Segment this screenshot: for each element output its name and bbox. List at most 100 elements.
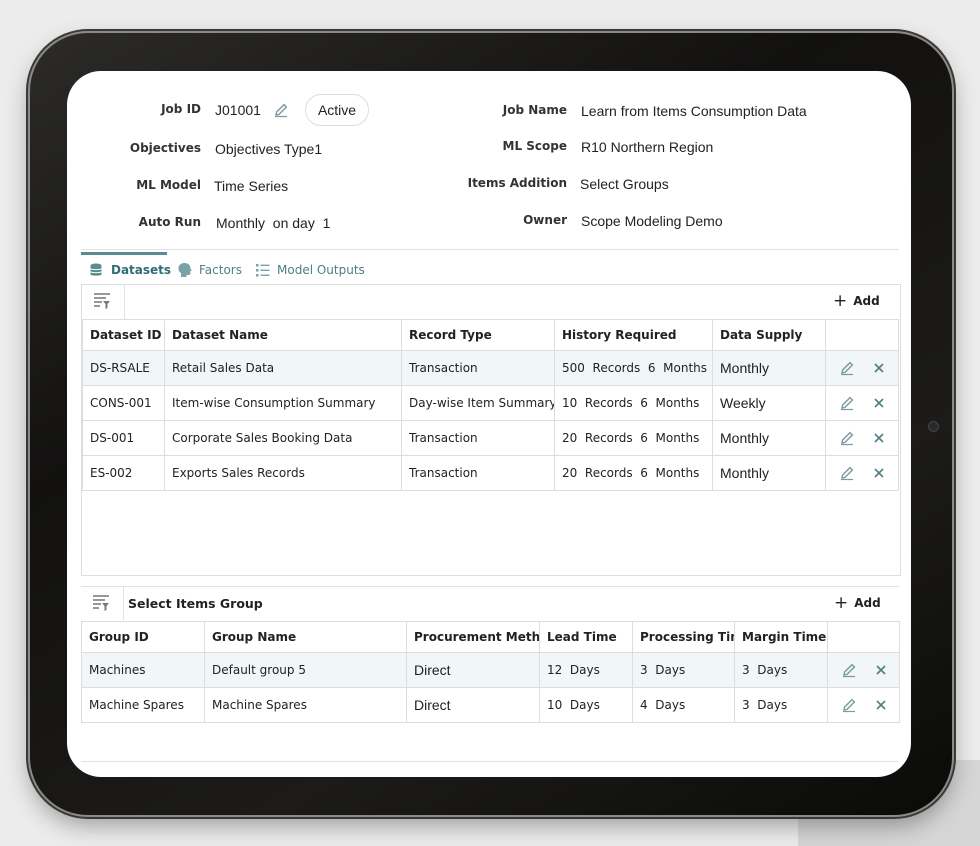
toolbar-divider-2 <box>123 586 124 620</box>
ml-model-label: ML Model <box>136 178 201 192</box>
table-cell: Default group 5 <box>204 652 407 688</box>
table-cell: 3 Days <box>632 652 735 688</box>
table-cell: DS-RSALE <box>82 350 165 386</box>
table-cell: Monthly <box>712 455 826 491</box>
table-cell: 10 Days <box>539 687 633 723</box>
table-cell: Weekly <box>712 385 826 421</box>
column-header[interactable]: Group ID <box>81 621 205 653</box>
plus-icon: + <box>833 291 848 311</box>
tab-model-outputs[interactable]: Model Outputs <box>255 255 365 285</box>
edit-icon[interactable] <box>839 430 855 446</box>
plus-icon: + <box>834 593 849 613</box>
objectives-value: Objectives Type1 <box>215 141 323 157</box>
table-cell: Transaction <box>401 420 555 456</box>
tab-model-outputs-label: Model Outputs <box>277 263 365 277</box>
add-dataset-label: Add <box>853 294 880 308</box>
column-header[interactable]: Record Type <box>401 319 555 351</box>
camera-icon <box>928 421 939 432</box>
table-cell: Machine Spares <box>81 687 205 723</box>
owner-label: Owner <box>523 213 567 227</box>
job-name-value: Learn from Items Consumption Data <box>581 103 807 119</box>
database-icon <box>90 263 102 276</box>
job-id-value: J01001 <box>215 102 261 118</box>
bottom-divider <box>81 761 899 762</box>
column-header[interactable]: Lead Time <box>539 621 633 653</box>
job-name-label: Job Name <box>502 103 567 117</box>
table-cell: Corporate Sales Booking Data <box>164 420 402 456</box>
close-icon[interactable] <box>873 467 885 479</box>
tab-datasets-label: Datasets <box>111 263 172 277</box>
table-cell: 12 Days <box>539 652 633 688</box>
table-row[interactable]: Machine Spares Machine Spares Direct 10 Day… <box>81 687 900 723</box>
table-row[interactable]: DS-RSALE Retail Sales Data Transaction 500 … <box>82 350 899 386</box>
edit-icon[interactable] <box>839 465 855 481</box>
edit-icon[interactable] <box>839 395 855 411</box>
row-actions <box>825 350 899 386</box>
table-cell: Monthly <box>712 420 826 456</box>
column-header[interactable]: Margin Time <box>734 621 828 653</box>
add-group-button[interactable]: + Add <box>834 593 881 613</box>
column-header[interactable]: Procurement Method <box>406 621 540 653</box>
close-icon[interactable] <box>875 699 887 711</box>
actions-column-header <box>825 319 899 351</box>
row-actions <box>825 420 899 456</box>
items-group-title: Select Items Group <box>128 596 263 611</box>
toolbar-divider <box>124 284 125 319</box>
edit-job-icon[interactable] <box>273 102 289 118</box>
column-header[interactable]: Dataset ID <box>82 319 165 351</box>
close-icon[interactable] <box>873 397 885 409</box>
add-dataset-button[interactable]: + Add <box>833 291 880 311</box>
table-row[interactable]: Machines Default group 5 Direct 12 Days 3 Da… <box>81 652 900 688</box>
column-header[interactable]: History Required <box>554 319 713 351</box>
items-addition-label: Items Addition <box>467 176 567 190</box>
table-row[interactable]: DS-001 Corporate Sales Booking Data Transa… <box>82 420 899 456</box>
job-id-label: Job ID <box>161 102 201 116</box>
table-cell: Item-wise Consumption Summary <box>164 385 402 421</box>
datasets-table: Dataset ID Dataset Name Record Type History… <box>82 319 899 491</box>
auto-run-value: Monthly on day 1 <box>216 215 331 231</box>
table-row[interactable]: ES-002 Exports Sales Records Transaction 20… <box>82 455 899 491</box>
column-header[interactable]: Dataset Name <box>164 319 402 351</box>
table-cell: 20 Records 6 Months <box>554 455 713 491</box>
table-cell: 10 Records 6 Months <box>554 385 713 421</box>
table-cell: Day-wise Item Summary <box>401 385 555 421</box>
tab-factors[interactable]: Factors <box>177 255 242 285</box>
table-cell: Machines <box>81 652 205 688</box>
column-header[interactable]: Processing Time <box>632 621 735 653</box>
section-divider <box>81 586 899 587</box>
status-badge: Active <box>305 94 369 126</box>
filter-list-icon[interactable] <box>92 594 110 612</box>
close-icon[interactable] <box>875 664 887 676</box>
table-cell: Direct <box>406 687 540 723</box>
add-group-label: Add <box>854 596 881 610</box>
table-cell: 500 Records 6 Months <box>554 350 713 386</box>
datasets-header-row: Dataset ID Dataset Name Record Type History… <box>82 319 899 351</box>
items-group-header-row: Group IDGroup NameProcurement MethodLead… <box>81 621 900 653</box>
items-group-table: Group IDGroup NameProcurement MethodLead… <box>81 621 900 723</box>
column-header[interactable]: Group Name <box>204 621 407 653</box>
table-row[interactable]: CONS-001 Item-wise Consumption Summary Day… <box>82 385 899 421</box>
table-cell: ES-002 <box>82 455 165 491</box>
items-addition-value: Select Groups <box>580 176 669 192</box>
filter-list-icon[interactable] <box>93 292 111 310</box>
edit-icon[interactable] <box>839 360 855 376</box>
table-cell: Direct <box>406 652 540 688</box>
edit-icon[interactable] <box>841 662 857 678</box>
table-cell: 3 Days <box>734 652 828 688</box>
close-icon[interactable] <box>873 432 885 444</box>
row-actions <box>827 687 900 723</box>
header-divider <box>81 249 899 250</box>
close-icon[interactable] <box>873 362 885 374</box>
list-icon <box>256 264 270 277</box>
objectives-label: Objectives <box>129 141 201 155</box>
table-cell: Exports Sales Records <box>164 455 402 491</box>
table-cell: Transaction <box>401 350 555 386</box>
tab-datasets[interactable]: Datasets <box>89 255 171 285</box>
table-cell: CONS-001 <box>82 385 165 421</box>
head-icon <box>178 263 192 277</box>
edit-icon[interactable] <box>841 697 857 713</box>
table-cell: Retail Sales Data <box>164 350 402 386</box>
table-cell: 3 Days <box>734 687 828 723</box>
column-header[interactable]: Data Supply <box>712 319 826 351</box>
tab-factors-label: Factors <box>199 263 242 277</box>
